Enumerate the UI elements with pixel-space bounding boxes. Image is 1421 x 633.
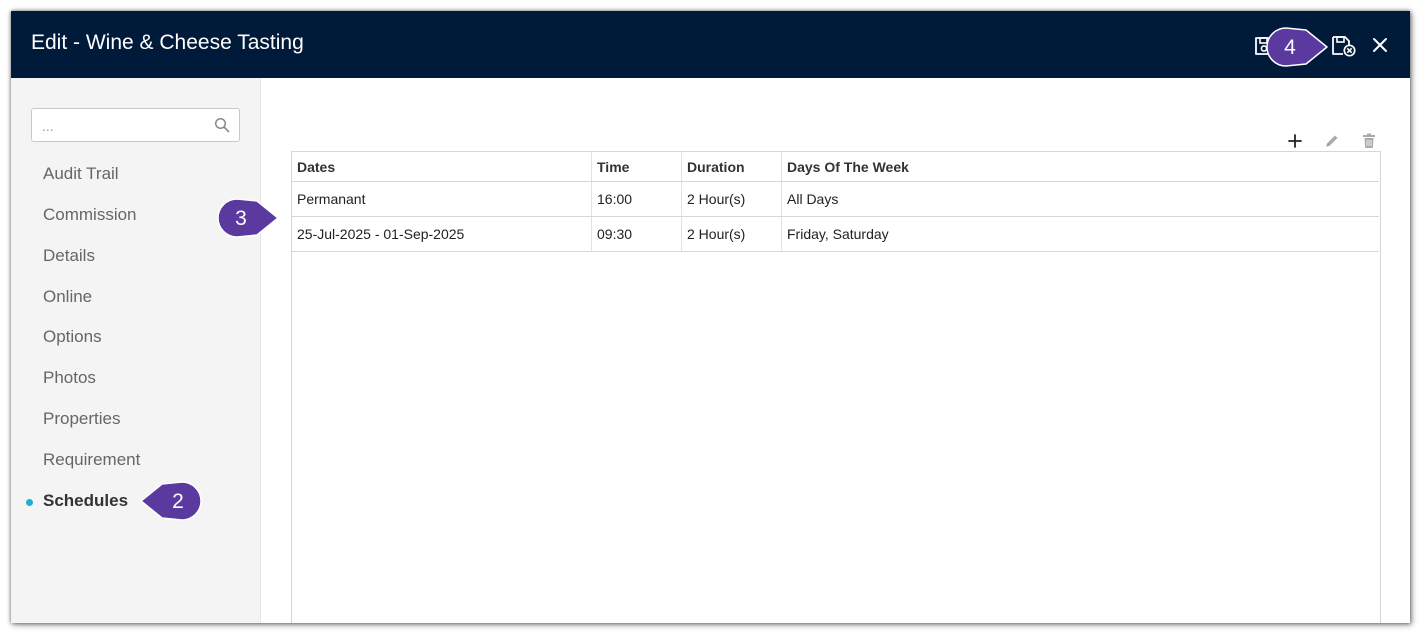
cell-time: 09:30 <box>591 216 682 252</box>
edit-icon[interactable] <box>1324 133 1340 149</box>
cell-days: All Days <box>781 181 1379 217</box>
dialog-header: Edit - Wine & Cheese Tasting <box>11 11 1410 78</box>
dialog-title: Edit - Wine & Cheese Tasting <box>31 31 304 54</box>
add-icon[interactable] <box>1288 134 1302 148</box>
active-indicator <box>26 499 33 506</box>
cell-time: 16:00 <box>591 181 682 217</box>
schedules-grid: Dates Time Duration Days Of The Week Per… <box>291 151 1381 623</box>
cell-days: Friday, Saturday <box>781 216 1379 252</box>
sidebar-item-commission[interactable]: Commission <box>43 205 137 225</box>
search-icon[interactable] <box>214 117 230 133</box>
sidebar-search <box>31 108 240 142</box>
main-content: Dates Time Duration Days Of The Week Per… <box>261 78 1410 623</box>
column-header-time[interactable]: Time <box>591 152 682 182</box>
sidebar-item-properties[interactable]: Properties <box>43 409 120 429</box>
sidebar-item-audit-trail[interactable]: Audit Trail <box>43 164 119 184</box>
edit-dialog: Edit - Wine & Cheese Tasting ... Audit T… <box>11 11 1410 623</box>
sidebar-item-requirement[interactable]: Requirement <box>43 450 140 470</box>
callout-number-2: 2 <box>172 490 184 513</box>
sidebar-item-options[interactable]: Options <box>43 327 102 347</box>
column-header-dates[interactable]: Dates <box>292 152 592 182</box>
sidebar-item-schedules[interactable]: Schedules <box>26 491 129 511</box>
table-row[interactable]: Permanant 16:00 2 Hour(s) All Days <box>292 181 1379 217</box>
callout-number-3: 3 <box>235 207 247 230</box>
search-input[interactable] <box>40 115 214 137</box>
sidebar-item-label: Schedules <box>43 491 129 510</box>
cell-dates: 25-Jul-2025 - 01-Sep-2025 <box>292 216 592 252</box>
sidebar-item-online[interactable]: Online <box>43 287 92 307</box>
column-header-duration[interactable]: Duration <box>681 152 782 182</box>
sidebar-item-details[interactable]: Details <box>43 246 95 266</box>
column-header-days-of-week[interactable]: Days Of The Week <box>781 152 1379 182</box>
close-icon[interactable] <box>1372 37 1388 53</box>
table-row[interactable]: 25-Jul-2025 - 01-Sep-2025 09:30 2 Hour(s… <box>292 216 1379 252</box>
cell-duration: 2 Hour(s) <box>681 181 782 217</box>
callout-number-4: 4 <box>1284 36 1296 59</box>
delete-icon[interactable] <box>1362 133 1376 149</box>
cell-dates: Permanant <box>292 181 592 217</box>
cell-duration: 2 Hour(s) <box>681 216 782 252</box>
sidebar: Audit Trail Commission Details Online Op… <box>11 78 261 623</box>
sidebar-item-photos[interactable]: Photos <box>43 368 96 388</box>
table-header-row: Dates Time Duration Days Of The Week <box>292 152 1379 182</box>
schedules-table: Dates Time Duration Days Of The Week Per… <box>292 152 1379 252</box>
save-and-close-icon[interactable] <box>1331 34 1357 58</box>
